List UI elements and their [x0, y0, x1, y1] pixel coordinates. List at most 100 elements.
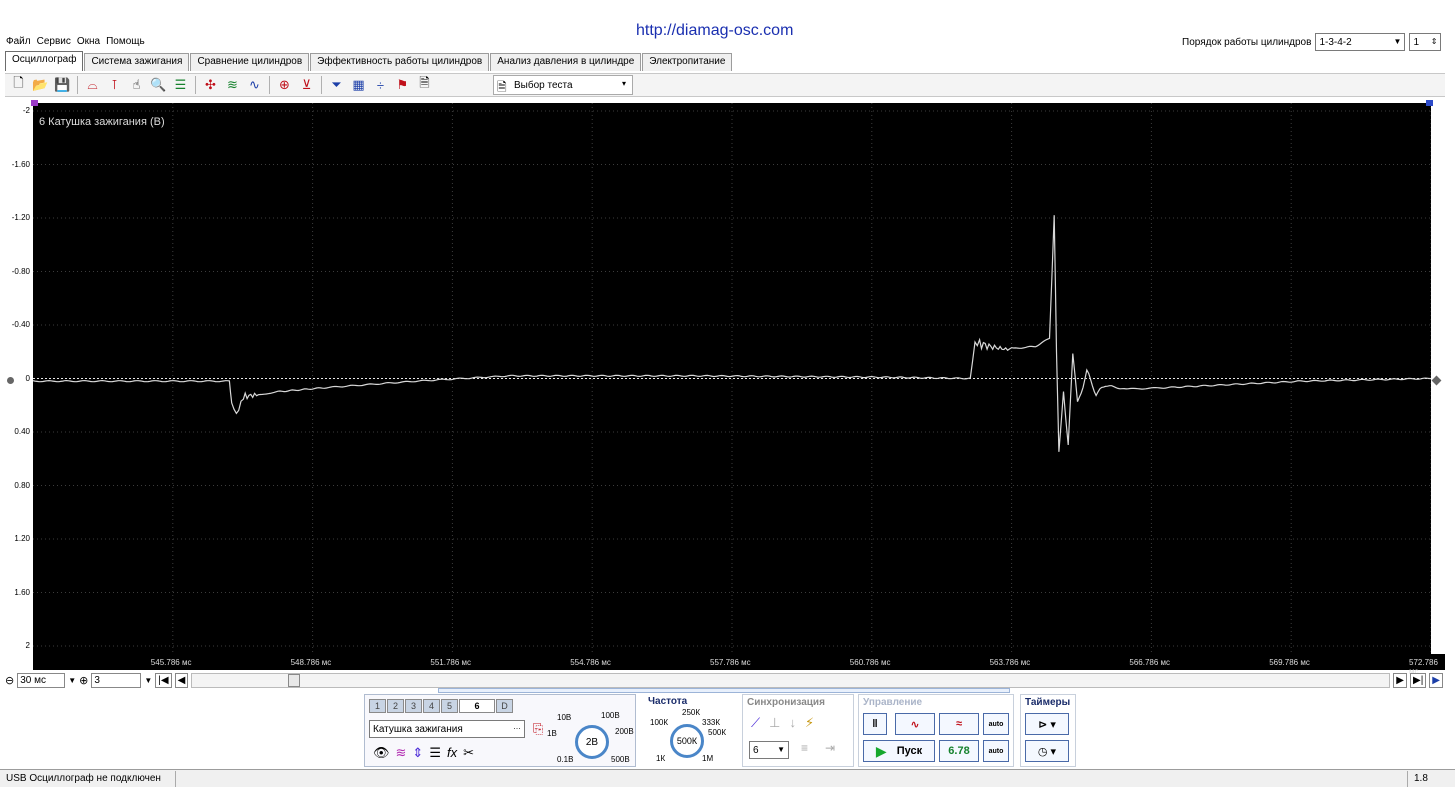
auto-settings-button[interactable]: auto	[983, 713, 1009, 735]
tab-oscilloscope[interactable]: Осциллограф	[5, 51, 84, 71]
right-cursor-marker[interactable]	[1426, 100, 1433, 106]
channel-button-2[interactable]: 2	[387, 699, 404, 713]
tab-cylinder-efficiency[interactable]: Эффективность работы цилиндров	[310, 53, 490, 71]
range-value: 2В	[585, 736, 599, 748]
cylinder-order-select[interactable]: 1-3-4-2 ▼	[1315, 33, 1406, 51]
new-file-icon[interactable]: 🗋	[9, 75, 28, 95]
y-tick-label: -0.40	[11, 320, 30, 329]
menu-service[interactable]: Сервис	[37, 36, 71, 47]
channel-button-5[interactable]: 5	[441, 699, 458, 713]
auto-scale-icon[interactable]: ⊕	[275, 76, 294, 95]
play-icon[interactable]: ▶	[1429, 673, 1443, 688]
time-scrollbar[interactable]	[191, 673, 1391, 688]
test-select-dropdown[interactable]: 🗎 Выбор теста ▾	[493, 75, 633, 95]
flag-marker-icon[interactable]: ⚑	[393, 76, 412, 95]
tab-power-supply[interactable]: Электропитание	[642, 53, 733, 71]
sync-position-icon[interactable]: ⇥	[825, 741, 835, 755]
tab-ignition-system[interactable]: Система зажигания	[84, 53, 190, 71]
trigger-level-marker[interactable]	[1431, 375, 1442, 386]
zoom-in-icon[interactable]: ⊕	[79, 674, 88, 687]
waveform-overlay-icon[interactable]: ≋	[223, 76, 242, 95]
oscilloscope-plot[interactable]: 6 Катушка зажигания (В)	[32, 103, 1432, 654]
timers-group: Таймеры ⊳ ▾ ◷ ▾	[1020, 694, 1076, 767]
prev-frame-button[interactable]: ◀	[174, 673, 189, 688]
menu-file[interactable]: Файл	[6, 36, 31, 47]
noise-mode-button[interactable]: ≈	[939, 713, 979, 735]
tab-cylinder-comparison[interactable]: Сравнение цилиндров	[190, 53, 310, 71]
menu-windows[interactable]: Окна	[77, 36, 100, 47]
timebase-select[interactable]: 30 мс	[17, 673, 66, 688]
timer-clock-button[interactable]: ◷ ▾	[1025, 740, 1069, 762]
panel-collapse-handle[interactable]	[438, 688, 1010, 693]
table-grid-icon[interactable]: ▦	[349, 76, 368, 95]
math-function-icon[interactable]: fx	[447, 745, 457, 761]
tab-cylinder-pressure[interactable]: Анализ давления в цилиндре	[490, 53, 642, 71]
x-tick-label: 563.786 мс	[989, 658, 1031, 667]
sync-down-icon[interactable]: ↓	[789, 715, 796, 731]
save-icon[interactable]: 💾	[53, 76, 72, 95]
last-frame-button[interactable]: ▶|	[1410, 673, 1427, 688]
document-icon[interactable]: 🗎	[415, 75, 434, 95]
rising-edge-icon[interactable]: ⟋	[751, 715, 760, 731]
channel-button-6[interactable]: 6	[459, 699, 495, 713]
auto-run-button[interactable]: auto	[983, 740, 1009, 762]
y-tick-label: -1.20	[11, 213, 30, 222]
timebase-controls: ⊖ 30 мс ▼ ⊕ 3 ▼ |◀ ◀ ▶ ▶| ▶	[5, 672, 1443, 689]
sensor-select[interactable]: Катушка зажигания …	[369, 720, 525, 738]
timer-play-icon: ⊳ ▾	[1038, 718, 1056, 731]
x-tick-label: 569.786 мс	[1269, 658, 1310, 667]
run-button[interactable]: ▶ Пуск	[863, 740, 935, 762]
channel-count-value: 3	[94, 675, 100, 686]
y-tick-label: 2	[25, 641, 30, 650]
range-dial[interactable]: 2В	[575, 725, 609, 759]
measure-arc-icon[interactable]: ⌓	[83, 76, 102, 95]
cylinder-order-value: 1-3-4-2	[1319, 36, 1352, 48]
timer-start-button[interactable]: ⊳ ▾	[1025, 713, 1069, 735]
filter-wave-icon[interactable]: ≋	[396, 745, 407, 761]
channel-button-1[interactable]: 1	[369, 699, 386, 713]
tools-icon[interactable]: ✂	[463, 745, 474, 761]
filter-icon[interactable]: ⏷	[327, 76, 346, 95]
next-frame-button[interactable]: ▶	[1393, 673, 1407, 688]
probe-icon[interactable]: ⎘	[533, 721, 543, 737]
cursor-marker-icon[interactable]: ⊺	[105, 76, 124, 95]
zoom-out-icon[interactable]: ⊖	[5, 674, 14, 687]
zero-level-marker[interactable]	[7, 377, 14, 384]
split-horizontal-icon[interactable]: ÷	[371, 76, 390, 95]
sine-mode-button[interactable]: ∿	[895, 713, 935, 735]
first-frame-button[interactable]: |◀	[155, 673, 172, 688]
channel-button-3[interactable]: 3	[405, 699, 422, 713]
waveform-compare-icon[interactable]: ∿	[245, 76, 264, 95]
y-tick-label: -0.80	[11, 266, 30, 276]
falling-edge-icon[interactable]: ⊥	[769, 715, 780, 731]
hand-pan-icon[interactable]: ☝	[127, 76, 146, 95]
menu-help[interactable]: Помощь	[106, 36, 145, 47]
frequency-dial[interactable]: 500К	[670, 724, 704, 758]
left-cursor-marker[interactable]	[31, 100, 38, 106]
sync-channel-select[interactable]: 6 ▼	[749, 741, 789, 759]
sync-level-icon[interactable]: ≡	[801, 741, 808, 755]
y-tick-label: 1.20	[14, 534, 30, 543]
cylinder-number-value: 1	[1413, 36, 1419, 48]
chevron-down-icon: ▼	[1393, 37, 1402, 46]
cylinder-number-spinner[interactable]: 1 ⇕	[1409, 33, 1442, 51]
channel-button-4[interactable]: 4	[423, 699, 440, 713]
channel-tools: 👁 ≋ ⇕ ☰ fx ✂	[373, 745, 474, 761]
invert-icon[interactable]: ⇕	[412, 745, 423, 761]
chevron-down-icon[interactable]: ▼	[68, 676, 76, 685]
scroll-thumb[interactable]	[288, 674, 301, 687]
channel-button-D[interactable]: D	[496, 699, 513, 713]
open-folder-icon[interactable]: 📂	[31, 76, 50, 95]
waveform-series-0	[32, 215, 1431, 452]
freq-label-250k: 250К	[682, 708, 701, 717]
zero-offset-icon[interactable]: ⊻	[297, 76, 316, 95]
zoom-icon[interactable]: 🔍	[149, 76, 168, 95]
channel-count-select[interactable]: 3	[91, 673, 142, 688]
pause-button[interactable]: ‖	[863, 713, 887, 735]
trigger-point-icon[interactable]: ✣	[201, 76, 220, 95]
chevron-down-icon[interactable]: ▼	[144, 676, 152, 685]
visibility-eye-icon[interactable]: 👁	[373, 745, 390, 761]
sync-auto-icon[interactable]: ⚡	[805, 715, 814, 731]
channel-settings-icon[interactable]: ☰	[171, 76, 190, 95]
lines-icon[interactable]: ☰	[429, 745, 441, 761]
